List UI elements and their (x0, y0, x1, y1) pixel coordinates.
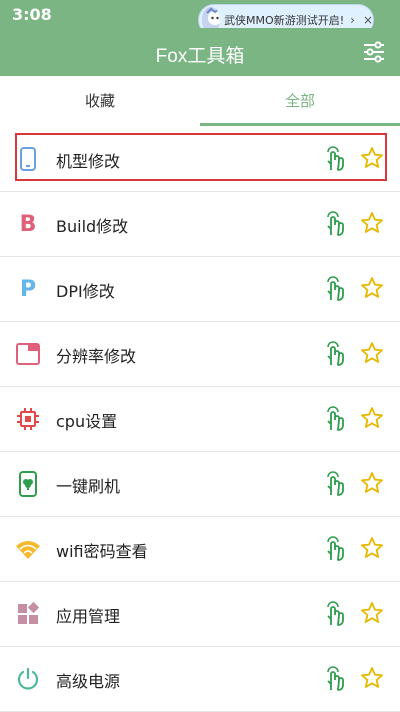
tap-hand-icon[interactable] (322, 406, 346, 432)
tap-hand-icon[interactable] (322, 536, 346, 562)
list-item-app-manager[interactable]: 应用管理 (0, 582, 400, 647)
b-letter-icon: B (19, 211, 37, 237)
tap-hand-icon[interactable] (322, 471, 346, 497)
settings-sliders-icon[interactable] (362, 40, 386, 64)
app-bar: Fox工具箱 (0, 28, 400, 76)
notification-close-icon[interactable]: × (363, 13, 373, 27)
list-item-label: 分辨率修改 (56, 347, 137, 366)
list-item-power[interactable]: 高级电源 (0, 647, 400, 712)
list-item-label: 高级电源 (56, 672, 121, 691)
star-favorite-icon[interactable] (360, 146, 384, 170)
phone-icon (14, 145, 42, 173)
app-title: Fox工具箱 (155, 46, 245, 67)
list-item-resolution[interactable]: 分辨率修改 (0, 322, 400, 387)
tap-hand-icon[interactable] (322, 666, 346, 692)
star-favorite-icon[interactable] (360, 341, 384, 365)
list-item-label: 一键刷机 (56, 477, 121, 496)
list-item-dpi[interactable]: P DPI修改 (0, 257, 400, 322)
star-favorite-icon[interactable] (360, 211, 384, 235)
star-favorite-icon[interactable] (360, 276, 384, 300)
tap-hand-icon[interactable] (322, 276, 346, 302)
notification-text: 武侠MMO新游测试开启! (224, 14, 345, 27)
flash-phone-icon (14, 470, 42, 498)
star-favorite-icon[interactable] (360, 536, 384, 560)
tap-hand-icon[interactable] (322, 146, 346, 172)
tap-hand-icon[interactable] (322, 601, 346, 627)
tap-hand-icon[interactable] (322, 341, 346, 367)
list-item-label: 机型修改 (56, 152, 121, 171)
list-item-flash[interactable]: 一键刷机 (0, 452, 400, 517)
list-item-label: wifi密码查看 (56, 542, 148, 561)
cpu-chip-icon (14, 405, 42, 433)
list-item-cpu[interactable]: cpu设置 (0, 387, 400, 452)
power-icon (14, 665, 42, 693)
tab-favorites[interactable]: 收藏 (0, 76, 200, 126)
star-favorite-icon[interactable] (360, 406, 384, 430)
tab-indicator (200, 123, 400, 126)
p-letter-icon: P (19, 276, 37, 302)
tab-bar: 收藏 全部 (0, 76, 400, 126)
star-favorite-icon[interactable] (360, 601, 384, 625)
apps-grid-icon (14, 600, 42, 628)
list-item-label: DPI修改 (56, 282, 115, 301)
list-item-label: cpu设置 (56, 412, 118, 431)
list-item-label: 应用管理 (56, 607, 121, 626)
tap-hand-icon[interactable] (322, 211, 346, 237)
notification-chevron-icon[interactable]: › (350, 13, 355, 27)
status-time: 3:08 (12, 5, 52, 24)
screen-icon (14, 340, 42, 368)
list-item-build[interactable]: B Build修改 (0, 192, 400, 257)
star-favorite-icon[interactable] (360, 471, 384, 495)
list-item-label: Build修改 (56, 217, 129, 236)
list-item-device-model[interactable]: 机型修改 (0, 127, 400, 192)
list-item-wifi[interactable]: wifi密码查看 (0, 517, 400, 582)
tab-all[interactable]: 全部 (200, 76, 400, 126)
wifi-icon (14, 535, 42, 563)
tool-list: 机型修改 B Build修改 P DPI修改 分辨率修改 cpu设置 一键刷机 … (0, 127, 400, 712)
star-favorite-icon[interactable] (360, 666, 384, 690)
